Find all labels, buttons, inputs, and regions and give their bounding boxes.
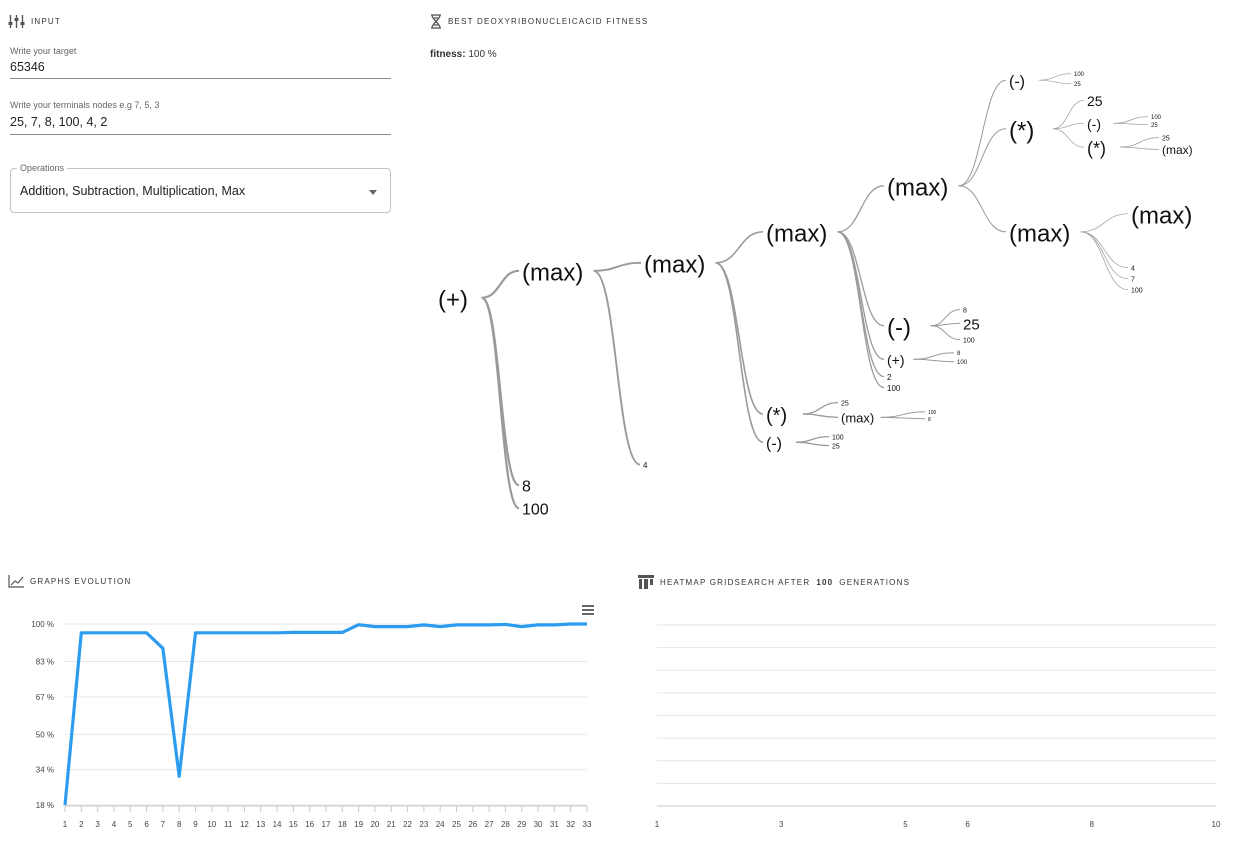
heatmap-chart: 1 3 5 6 8 10: [655, 624, 1221, 829]
x-tick-label: 1: [655, 820, 660, 829]
x-tick-label: 10: [1212, 820, 1221, 829]
x-tick-label: 3: [779, 820, 784, 829]
x-tick-label: 5: [903, 820, 908, 829]
x-tick-label: 6: [965, 820, 970, 829]
x-tick-label: 8: [1090, 820, 1095, 829]
